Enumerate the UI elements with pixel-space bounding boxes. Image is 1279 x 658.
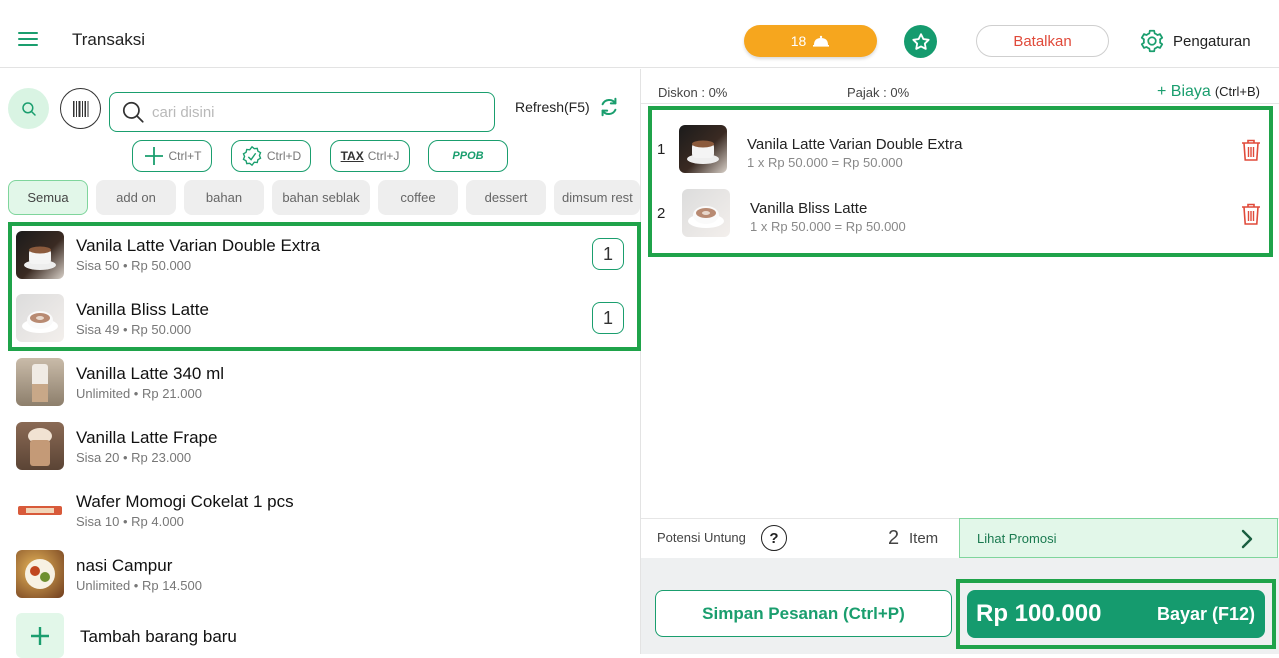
add-fee-button[interactable]: + Biaya (Ctrl+B) bbox=[1157, 83, 1260, 101]
discount-shortcut-button[interactable]: Ctrl+D bbox=[231, 140, 311, 172]
product-stock-price: Unlimited • Rp 14.500 bbox=[76, 578, 202, 593]
cancel-button[interactable]: Batalkan bbox=[976, 25, 1109, 57]
category-chip-bahan-seblak[interactable]: bahan seblak bbox=[272, 180, 370, 215]
settings-label: Pengaturan bbox=[1173, 32, 1251, 50]
cart-item-count: 2 bbox=[888, 527, 900, 549]
search-icon bbox=[122, 101, 144, 123]
add-product-label[interactable]: Tambah barang baru bbox=[80, 627, 237, 647]
add-fee-shortcut: (Ctrl+B) bbox=[1214, 84, 1260, 99]
plus-icon bbox=[31, 626, 49, 645]
category-chip-bahan[interactable]: bahan bbox=[184, 180, 264, 215]
search-toggle-button[interactable] bbox=[8, 88, 49, 129]
cart-item-count-label: Item bbox=[909, 530, 939, 547]
divider bbox=[641, 103, 1279, 104]
discount-badge-icon bbox=[242, 145, 262, 167]
shortcut-label: Ctrl+J bbox=[367, 149, 400, 163]
category-chip-semua[interactable]: Semua bbox=[8, 180, 88, 215]
product-name: nasi Campur bbox=[76, 556, 173, 575]
barcode-scan-button[interactable] bbox=[60, 88, 101, 129]
plus-icon bbox=[144, 147, 163, 165]
tax-shortcut-button[interactable]: TAX Ctrl+J bbox=[330, 140, 410, 172]
pay-label: Bayar (F12) bbox=[1156, 603, 1255, 624]
cloche-icon bbox=[813, 35, 830, 47]
product-thumbnail bbox=[16, 422, 64, 470]
save-order-button[interactable]: Simpan Pesanan (Ctrl+P) bbox=[655, 590, 952, 637]
settings-button[interactable]: Pengaturan bbox=[1139, 28, 1251, 54]
refresh-button[interactable]: Refresh(F5) bbox=[515, 96, 620, 118]
product-stock-price: Sisa 20 • Rp 23.000 bbox=[76, 450, 192, 465]
iced-drink-icon bbox=[32, 364, 48, 402]
refresh-icon bbox=[601, 97, 617, 117]
product-thumbnail bbox=[16, 358, 64, 406]
selected-products-highlight bbox=[8, 222, 641, 351]
product-name: Wafer Momogi Cokelat 1 pcs bbox=[76, 492, 294, 511]
menu-icon[interactable] bbox=[18, 32, 38, 46]
product-stock-price: Unlimited • Rp 21.000 bbox=[76, 386, 202, 401]
ppob-icon: PPOB bbox=[452, 150, 484, 162]
view-promo-button[interactable]: Lihat Promosi bbox=[959, 518, 1278, 558]
add-product-button[interactable] bbox=[16, 613, 64, 658]
gear-icon bbox=[1140, 29, 1164, 53]
search-input[interactable] bbox=[152, 103, 472, 121]
product-row[interactable]: nasi Campur Unlimited • Rp 14.500 bbox=[0, 544, 640, 608]
product-stock-price: Sisa 10 • Rp 4.000 bbox=[76, 514, 184, 529]
shortcut-label: Ctrl+T bbox=[168, 149, 202, 163]
view-promo-label: Lihat Promosi bbox=[977, 530, 1057, 546]
search-icon bbox=[21, 101, 36, 116]
page-title: Transaksi bbox=[72, 30, 146, 49]
product-row[interactable]: Vanilla Latte 340 ml Unlimited • Rp 21.0… bbox=[0, 352, 640, 416]
category-chip-dessert[interactable]: dessert bbox=[466, 180, 546, 215]
pay-button[interactable]: Rp 100.000 Bayar (F12) bbox=[967, 590, 1265, 638]
add-product-shortcut-button[interactable]: Ctrl+T bbox=[132, 140, 212, 172]
tax-summary[interactable]: Pajak : 0% bbox=[847, 85, 909, 100]
shortcut-label: Ctrl+D bbox=[266, 149, 302, 163]
search-box[interactable] bbox=[109, 92, 495, 132]
chevron-right-icon bbox=[1241, 529, 1253, 549]
queue-count: 18 bbox=[790, 33, 807, 49]
add-fee-label: + Biaya bbox=[1157, 83, 1211, 100]
total-amount: Rp 100.000 bbox=[976, 600, 1102, 627]
category-chip-dimsum[interactable]: dimsum rest bbox=[554, 180, 640, 215]
ppob-button[interactable]: PPOB bbox=[428, 140, 508, 172]
discount-summary[interactable]: Diskon : 0% bbox=[658, 85, 727, 100]
product-row[interactable]: Wafer Momogi Cokelat 1 pcs Sisa 10 • Rp … bbox=[0, 480, 640, 544]
wafer-icon bbox=[18, 506, 62, 515]
tax-icon: TAX bbox=[340, 149, 364, 163]
favorite-star-button[interactable] bbox=[904, 25, 937, 58]
refresh-label: Refresh(F5) bbox=[515, 99, 590, 115]
cart-items-highlight bbox=[648, 106, 1273, 257]
barcode-icon bbox=[72, 100, 88, 117]
help-icon[interactable]: ? bbox=[761, 525, 787, 551]
rice-plate-icon bbox=[25, 559, 55, 589]
product-thumbnail bbox=[16, 550, 64, 598]
product-row[interactable]: Vanilla Latte Frape Sisa 20 • Rp 23.000 bbox=[0, 416, 640, 480]
profit-potential-label: Potensi Untung bbox=[657, 530, 746, 545]
category-chip-add-on[interactable]: add on bbox=[96, 180, 176, 215]
frappe-icon bbox=[28, 428, 52, 466]
product-name: Vanilla Latte 340 ml bbox=[76, 364, 225, 383]
product-name: Vanilla Latte Frape bbox=[76, 428, 218, 447]
category-chip-coffee[interactable]: coffee bbox=[378, 180, 458, 215]
star-icon bbox=[911, 32, 930, 50]
queue-button[interactable]: 18 bbox=[744, 25, 877, 57]
product-thumbnail bbox=[16, 486, 64, 534]
